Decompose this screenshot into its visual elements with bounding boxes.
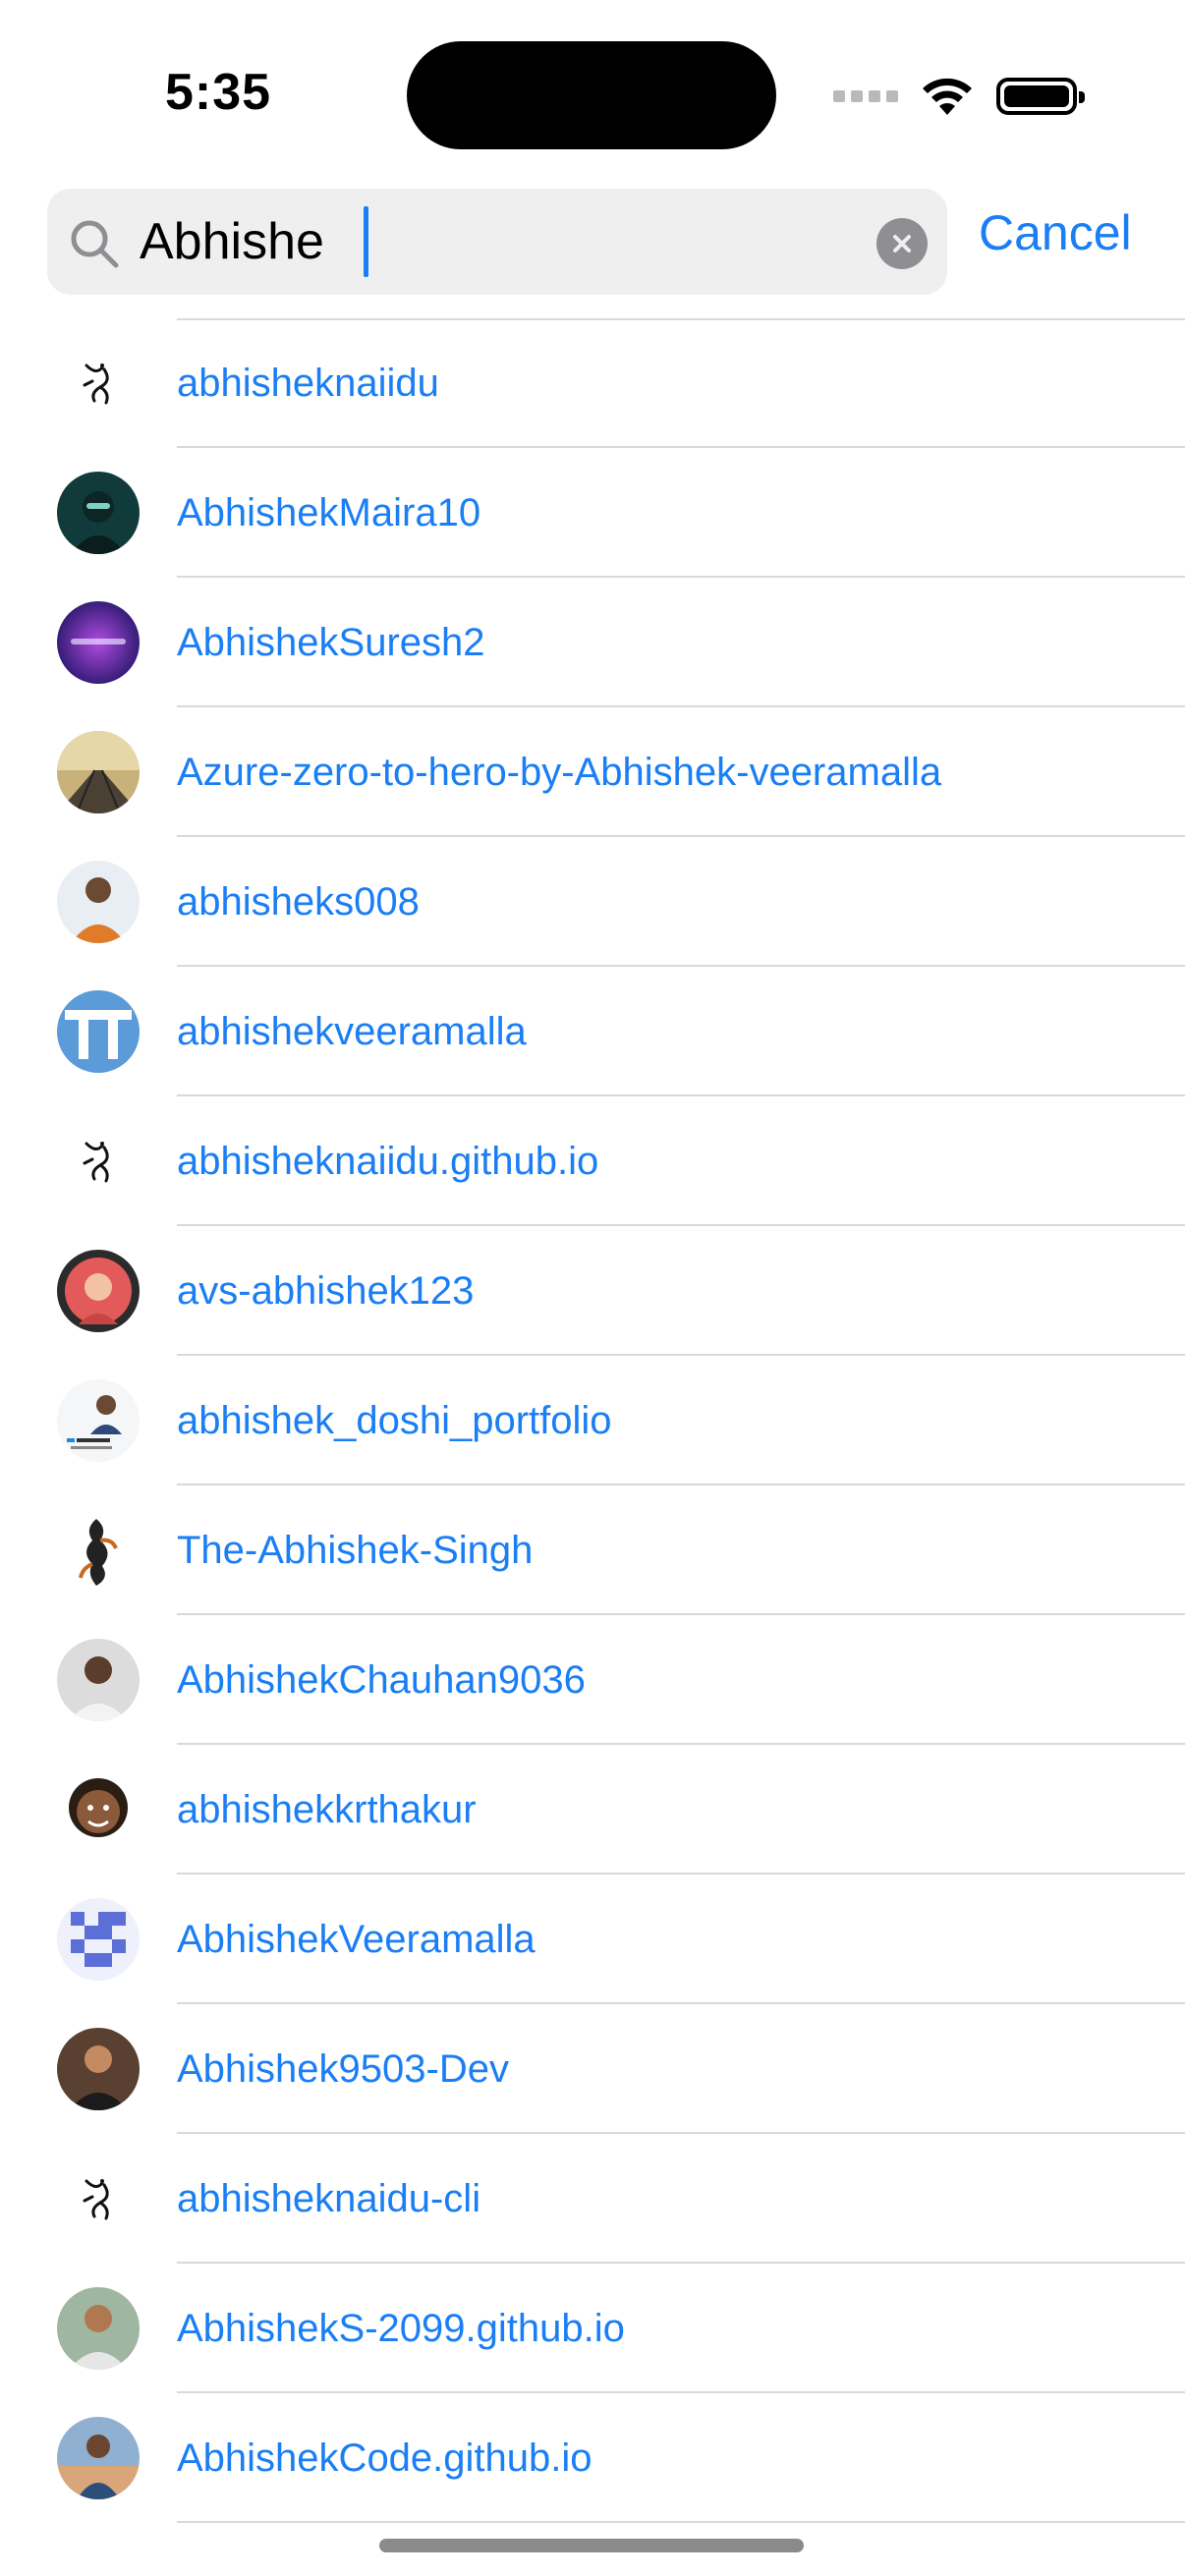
- repo-name: abhisheks008: [177, 880, 420, 924]
- list-item[interactable]: abhisheknaidu-cli: [0, 2134, 1185, 2264]
- status-bar: 5:35: [0, 0, 1185, 187]
- search-header: Cancel: [0, 187, 1185, 319]
- repo-name: abhishekveeramalla: [177, 1010, 527, 1053]
- repo-name: avs-abhishek123: [177, 1269, 475, 1313]
- search-bar[interactable]: [47, 189, 947, 295]
- search-results-list: abhisheknaiidu AbhishekMaira10 AbhishekSur…: [0, 318, 1185, 2523]
- avatar: [57, 2417, 140, 2499]
- list-item[interactable]: Abhishek9503-Dev: [0, 2004, 1185, 2134]
- list-item[interactable]: The-Abhishek-Singh: [0, 1485, 1185, 1615]
- avatar: [57, 342, 140, 424]
- list-item[interactable]: Azure-zero-to-hero-by-Abhishek-veeramall…: [0, 707, 1185, 837]
- avatar: [57, 1509, 140, 1592]
- list-item[interactable]: AbhishekS-2099.github.io: [0, 2264, 1185, 2393]
- list-item[interactable]: AbhishekChauhan9036: [0, 1615, 1185, 1745]
- repo-name: AbhishekCode.github.io: [177, 2436, 592, 2480]
- avatar: [57, 472, 140, 554]
- avatar: [57, 1250, 140, 1332]
- avatar: [57, 2157, 140, 2240]
- repo-name: AbhishekS-2099.github.io: [177, 2307, 625, 2350]
- repo-name: The-Abhishek-Singh: [177, 1529, 534, 1572]
- search-input[interactable]: [140, 202, 886, 281]
- avatar: [57, 1379, 140, 1462]
- list-item[interactable]: AbhishekSuresh2: [0, 578, 1185, 707]
- avatar: [57, 861, 140, 943]
- repo-name: Azure-zero-to-hero-by-Abhishek-veeramall…: [177, 751, 942, 794]
- home-indicator[interactable]: [379, 2539, 804, 2552]
- search-icon: [71, 220, 119, 268]
- repo-name: AbhishekChauhan9036: [177, 1658, 586, 1702]
- list-item[interactable]: avs-abhishek123: [0, 1226, 1185, 1356]
- repo-name: Abhishek9503-Dev: [177, 2047, 509, 2091]
- repo-name: abhisheknaiidu: [177, 362, 439, 405]
- avatar: [57, 990, 140, 1073]
- battery-icon: [996, 78, 1085, 115]
- close-icon: [893, 235, 911, 252]
- avatar: [57, 731, 140, 813]
- status-icons: [833, 69, 1085, 124]
- avatar: [57, 601, 140, 684]
- list-item[interactable]: abhisheks008: [0, 837, 1185, 967]
- repo-name: AbhishekMaira10: [177, 491, 481, 534]
- avatar: [57, 1639, 140, 1721]
- text-cursor: [364, 206, 368, 277]
- list-item[interactable]: abhishekkrthakur: [0, 1745, 1185, 1875]
- list-item[interactable]: AbhishekVeeramalla: [0, 1875, 1185, 2004]
- wifi-icon: [923, 78, 972, 115]
- avatar: [57, 1768, 140, 1851]
- repo-name: abhisheknaiidu.github.io: [177, 1140, 599, 1183]
- list-item[interactable]: abhisheknaiidu.github.io: [0, 1096, 1185, 1226]
- list-separator: [177, 2521, 1185, 2523]
- clear-search-button[interactable]: [876, 218, 928, 269]
- status-time: 5:35: [165, 64, 272, 121]
- avatar: [57, 1898, 140, 1981]
- avatar: [57, 2028, 140, 2110]
- cellular-signal-icon: [833, 90, 898, 102]
- list-item[interactable]: AbhishekCode.github.io: [0, 2393, 1185, 2523]
- repo-name: abhishekkrthakur: [177, 1788, 477, 1831]
- repo-name: abhishek_doshi_portfolio: [177, 1399, 612, 1442]
- list-item[interactable]: abhishek_doshi_portfolio: [0, 1356, 1185, 1485]
- list-item[interactable]: abhisheknaiidu: [0, 318, 1185, 448]
- repo-name: AbhishekSuresh2: [177, 621, 485, 664]
- repo-name: abhisheknaidu-cli: [177, 2177, 481, 2220]
- dynamic-island: [407, 41, 776, 149]
- list-item[interactable]: AbhishekMaira10: [0, 448, 1185, 578]
- repo-name: AbhishekVeeramalla: [177, 1918, 536, 1961]
- list-item[interactable]: abhishekveeramalla: [0, 967, 1185, 1096]
- cancel-button[interactable]: Cancel: [979, 204, 1132, 261]
- avatar: [57, 1120, 140, 1203]
- avatar: [57, 2287, 140, 2370]
